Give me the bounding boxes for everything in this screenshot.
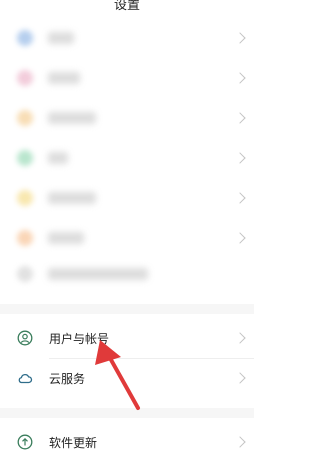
cloud-service-row[interactable]: 云服务 bbox=[0, 358, 254, 398]
blurred-label bbox=[48, 268, 148, 280]
cloud-service-label: 云服务 bbox=[49, 372, 86, 386]
blurred-icon bbox=[17, 30, 33, 46]
chevron-right-icon bbox=[234, 152, 246, 164]
chevron-right-icon bbox=[234, 372, 246, 384]
blurred-row[interactable] bbox=[0, 98, 254, 138]
chevron-right-icon bbox=[234, 192, 246, 204]
blurred-row[interactable] bbox=[0, 18, 254, 58]
chevron-right-icon bbox=[234, 232, 246, 244]
chevron-right-icon bbox=[234, 72, 246, 84]
section-divider bbox=[0, 408, 254, 418]
blurred-label bbox=[48, 192, 96, 204]
account-icon bbox=[17, 330, 33, 346]
blurred-label bbox=[48, 72, 80, 84]
section-divider bbox=[0, 304, 254, 314]
chevron-right-icon bbox=[234, 436, 246, 448]
blurred-icon bbox=[17, 190, 33, 206]
blurred-icon bbox=[17, 70, 33, 86]
blurred-row[interactable] bbox=[0, 254, 254, 294]
blurred-label bbox=[48, 112, 96, 124]
blurred-row[interactable] bbox=[0, 138, 254, 178]
blurred-icon bbox=[17, 110, 33, 126]
blurred-row[interactable] bbox=[0, 218, 254, 258]
cloud-icon bbox=[17, 370, 33, 386]
chevron-right-icon bbox=[234, 112, 246, 124]
blurred-icon bbox=[17, 266, 33, 282]
chevron-right-icon bbox=[234, 32, 246, 44]
blurred-row[interactable] bbox=[0, 178, 254, 218]
page-title: 设置 bbox=[113, 0, 140, 13]
blurred-icon bbox=[17, 230, 33, 246]
blurred-label bbox=[48, 232, 84, 244]
blurred-icon bbox=[17, 150, 33, 166]
blurred-label bbox=[48, 152, 68, 164]
account-settings-row[interactable]: 用户与帐号 bbox=[0, 318, 254, 358]
account-settings-label: 用户与帐号 bbox=[49, 332, 110, 346]
update-icon bbox=[17, 434, 33, 450]
software-update-row[interactable]: 软件更新 bbox=[0, 422, 254, 462]
chevron-right-icon bbox=[234, 332, 246, 344]
blurred-label bbox=[48, 32, 74, 44]
software-update-label: 软件更新 bbox=[49, 436, 98, 450]
blurred-row[interactable] bbox=[0, 58, 254, 98]
blurred-settings-list bbox=[0, 14, 254, 284]
